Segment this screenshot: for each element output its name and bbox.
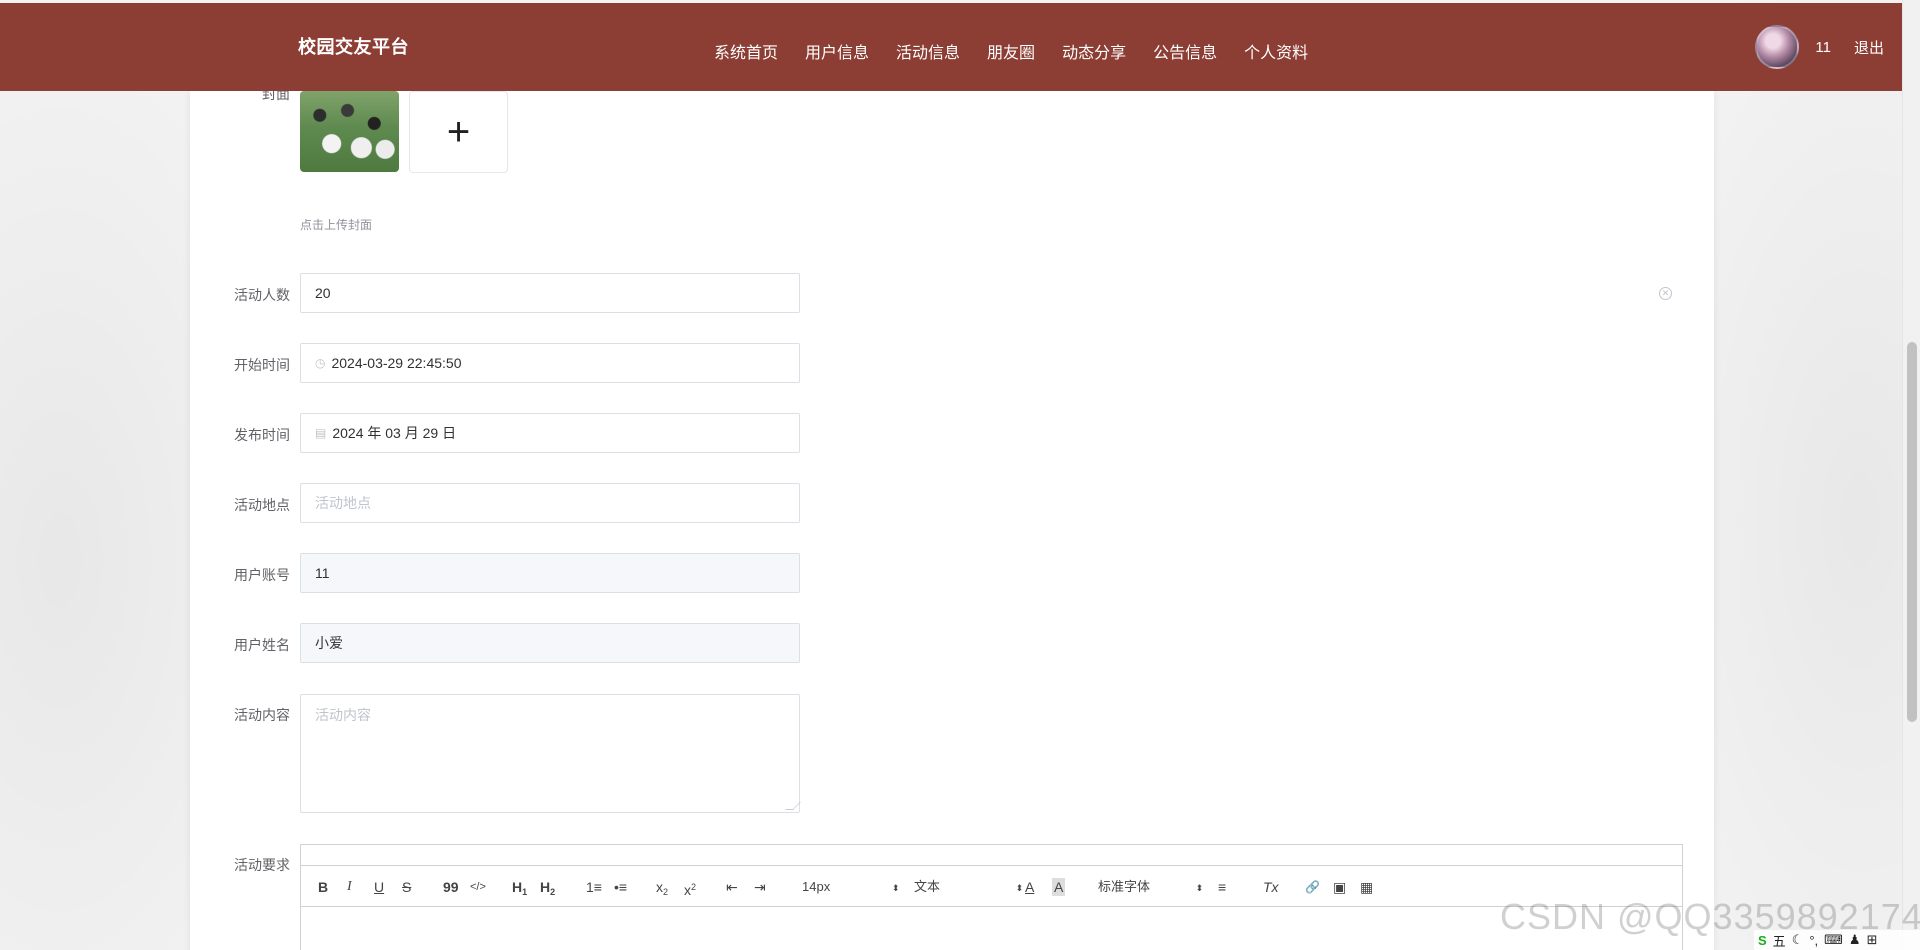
outdent-button[interactable]: ⇤ [726,878,738,896]
nav-item-notices[interactable]: 公告信息 [1153,39,1217,63]
picker-arrows-icon: ⬍ [891,883,900,893]
publish-date-picker[interactable]: ▤ 2024 年 03 月 29 日 [300,413,800,453]
clear-icon[interactable]: ✕ [1659,287,1672,300]
italic-button[interactable]: I [347,878,352,896]
content-placeholder: 活动内容 [315,707,371,723]
nav-item-share[interactable]: 动态分享 [1062,39,1126,63]
main-nav: 系统首页 用户信息 活动信息 朋友圈 动态分享 公告信息 个人资料 [714,39,1335,63]
keyboard-icon[interactable]: ⌨ [1824,932,1843,948]
content-textarea[interactable]: 活动内容 [300,694,801,813]
punctuation-icon[interactable]: °, [1809,933,1818,948]
subscript-button[interactable]: x2 [656,878,668,897]
resize-grip-icon[interactable] [785,802,801,810]
ordered-list-button[interactable]: 1≡ [586,878,602,896]
ime-mode[interactable]: 五 [1773,931,1786,950]
scroll-thumb[interactable] [1907,342,1917,722]
location-placeholder: 活动地点 [315,495,371,511]
nav-item-moments[interactable]: 朋友圈 [987,39,1035,63]
picker-arrows-icon: ⬍ [1195,883,1204,893]
moon-icon[interactable]: ☾ [1792,932,1804,948]
align-button[interactable]: ≡ [1218,878,1226,896]
user-area: 11 退出 [1755,25,1888,69]
fullname-label: 用户姓名 [234,637,290,653]
video-icon[interactable]: ▦ [1360,878,1373,896]
fullname-value: 小爱 [315,635,343,651]
plus-icon: + [446,110,471,154]
start-time-label: 开始时间 [234,357,290,373]
publish-time-value: 2024 年 03 月 29 日 [332,425,457,441]
start-time-value: 2024-03-29 22:45:50 [331,355,462,371]
rich-text-editor: B I U S 99 </> H1 H2 1≡ •≡ x2 x2 ⇤ ⇥ 14p… [300,844,1683,950]
logout-link[interactable]: 退出 [1854,37,1884,58]
cover-image[interactable] [300,91,399,172]
header-type-value: 文本 [914,879,941,894]
avatar[interactable] [1755,25,1800,69]
clock-icon: ◷ [315,356,326,370]
calendar-icon: ▤ [315,426,327,440]
background-color-button[interactable]: A [1052,878,1066,896]
underline-button[interactable]: U [374,878,384,896]
indent-button[interactable]: ⇥ [754,878,766,896]
account-input[interactable]: 11 [300,553,800,593]
header-1-button[interactable]: H1 [512,878,527,897]
editor-toolbar: B I U S 99 </> H1 H2 1≡ •≡ x2 x2 ⇤ ⇥ 14p… [301,865,1682,907]
picker-arrows-icon: ⬍ [1015,883,1024,893]
page-scrollbar[interactable] [1902,0,1920,950]
start-time-picker[interactable]: ◷ 2024-03-29 22:45:50 [300,343,800,383]
header-type-picker[interactable]: 文本 ⬍ [914,878,1023,896]
blockquote-button[interactable]: 99 [443,878,459,896]
font-family-picker[interactable]: 标准字体 ⬍ [1098,878,1203,896]
upload-tip: 点击上传封面 [300,218,373,232]
fullname-input[interactable]: 小爱 [300,623,800,663]
superscript-button[interactable]: x2 [684,878,696,898]
participants-label: 活动人数 [234,287,290,303]
current-user-name: 11 [1815,38,1831,56]
nav-item-users[interactable]: 用户信息 [805,39,869,63]
user-icon[interactable]: ♟ [1849,932,1861,948]
clean-format-button[interactable]: Tx [1263,878,1279,896]
sogou-logo-icon[interactable]: S [1758,933,1767,948]
site-brand[interactable]: 校园交友平台 [298,33,409,59]
nav-item-home[interactable]: 系统首页 [714,39,778,63]
top-navbar: 校园交友平台 系统首页 用户信息 活动信息 朋友圈 动态分享 公告信息 个人资料… [0,3,1902,91]
upload-cover-button[interactable]: + [409,91,508,173]
apps-icon[interactable]: ⊞ [1867,932,1878,948]
font-color-button[interactable]: A [1025,878,1034,896]
account-value: 11 [315,565,330,581]
ime-tray: S 五 ☾ °, ⌨ ♟ ⊞ [1754,930,1920,950]
image-icon[interactable]: ▣ [1333,878,1346,896]
requirements-label: 活动要求 [234,857,290,873]
content-label: 活动内容 [234,707,290,723]
font-size-value: 14px [802,879,831,894]
nav-item-profile[interactable]: 个人资料 [1244,39,1308,63]
font-size-picker[interactable]: 14px ⬍ [802,878,899,896]
bullet-list-button[interactable]: •≡ [614,878,627,896]
participants-value: 20 [315,285,331,301]
header-2-button[interactable]: H2 [540,878,555,897]
code-block-button[interactable]: </> [470,878,486,896]
nav-item-activities[interactable]: 活动信息 [896,39,960,63]
strike-button[interactable]: S [402,878,411,896]
participants-input[interactable]: 20 [300,273,800,313]
location-label: 活动地点 [234,497,290,513]
account-label: 用户账号 [234,567,290,583]
link-icon[interactable]: 🔗 [1305,878,1320,896]
font-family-value: 标准字体 [1098,879,1151,894]
location-input[interactable]: 活动地点 [300,483,800,523]
bold-button[interactable]: B [318,878,328,896]
publish-time-label: 发布时间 [234,427,290,443]
